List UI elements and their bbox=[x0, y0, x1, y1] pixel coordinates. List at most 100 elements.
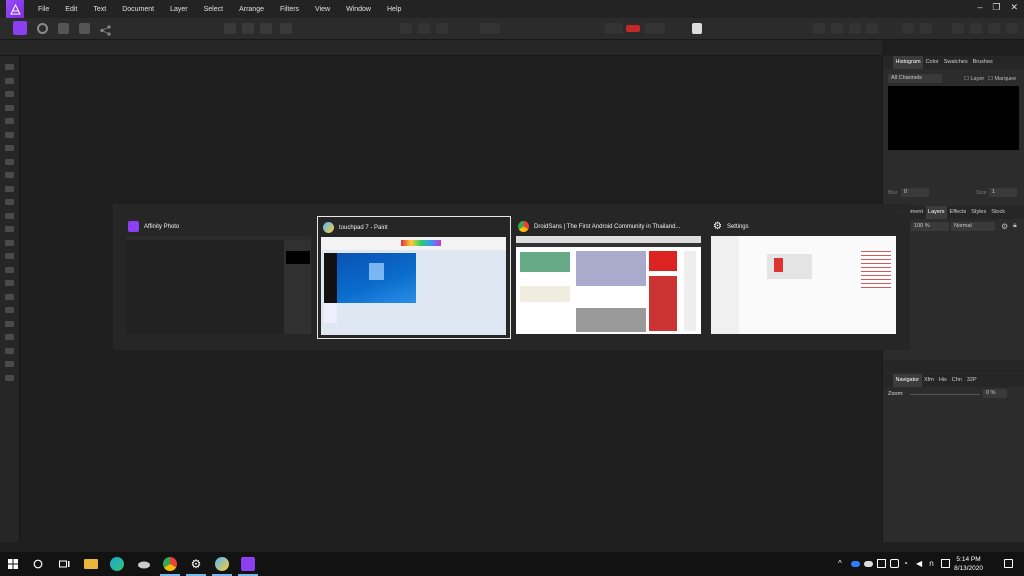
quick-mask-icon[interactable] bbox=[480, 23, 500, 34]
tab-color[interactable]: Color bbox=[923, 56, 941, 69]
flood-select-tool-icon[interactable] bbox=[5, 131, 14, 138]
auto-colors-icon[interactable] bbox=[260, 23, 272, 34]
switcher-item-affinity[interactable]: Affinity Photo bbox=[123, 216, 315, 339]
tab-stock[interactable]: Stock bbox=[989, 206, 1008, 219]
size-field[interactable]: 1 bbox=[989, 188, 1017, 197]
zoom-tool-icon[interactable] bbox=[5, 334, 14, 340]
color-picker-icon[interactable] bbox=[605, 23, 623, 34]
chevron-up-icon[interactable]: ^ bbox=[838, 559, 847, 568]
pen-tool-icon[interactable] bbox=[5, 293, 14, 300]
menu-document[interactable]: Document bbox=[114, 6, 162, 13]
cloud-app-icon[interactable] bbox=[137, 557, 151, 571]
menu-file[interactable]: File bbox=[30, 6, 57, 13]
menu-view[interactable]: View bbox=[307, 6, 338, 13]
boolean-icon[interactable] bbox=[1006, 23, 1018, 34]
zoom-slider[interactable] bbox=[910, 394, 980, 395]
tab-navigator[interactable]: Navigator bbox=[893, 374, 922, 387]
boolean-icon[interactable] bbox=[988, 23, 1000, 34]
mesh-warp-tool-icon[interactable] bbox=[5, 361, 14, 367]
color-picker-tool-icon[interactable] bbox=[5, 91, 14, 97]
gradient-tool-icon[interactable] bbox=[5, 212, 14, 219]
snapping-icon[interactable] bbox=[645, 23, 665, 34]
red-swatch-icon[interactable] bbox=[626, 25, 640, 32]
close-icon[interactable]: ✕ bbox=[1010, 2, 1018, 13]
transform-icon[interactable] bbox=[902, 23, 914, 34]
wifi-icon[interactable]: ◔ bbox=[903, 559, 912, 568]
tab-swatches[interactable]: Swatches bbox=[941, 56, 970, 69]
freehand-select-tool-icon[interactable] bbox=[5, 158, 14, 165]
inpainting-tool-icon[interactable] bbox=[5, 253, 14, 259]
arrange-icon[interactable] bbox=[849, 23, 861, 34]
paint-icon[interactable] bbox=[215, 557, 229, 571]
tab-history[interactable]: His bbox=[936, 374, 949, 387]
settings-gear-icon[interactable]: ⚙ bbox=[189, 557, 203, 571]
shape-tool-icon[interactable] bbox=[5, 307, 14, 313]
red-eye-tool-icon[interactable] bbox=[5, 347, 14, 354]
lock-icon[interactable]: 🔒︎ bbox=[1013, 222, 1017, 230]
gear-icon[interactable]: ⚙ bbox=[1001, 222, 1008, 231]
keyboard-icon[interactable] bbox=[890, 559, 899, 568]
clone-tool-icon[interactable] bbox=[5, 239, 14, 246]
search-icon[interactable] bbox=[31, 557, 45, 571]
language-icon[interactable] bbox=[941, 559, 950, 568]
menu-text[interactable]: Text bbox=[85, 6, 114, 13]
selection-mode-icon[interactable] bbox=[400, 23, 412, 34]
blur-tool-icon[interactable] bbox=[5, 266, 14, 273]
blend-mode-select[interactable]: Normal bbox=[951, 222, 995, 231]
arrange-icon[interactable] bbox=[866, 23, 878, 34]
affinity-photo-icon[interactable] bbox=[241, 557, 255, 571]
menu-layer[interactable]: Layer bbox=[162, 6, 196, 13]
tab-histogram[interactable]: Histogram bbox=[893, 56, 924, 69]
blur-field[interactable]: 0 bbox=[901, 188, 929, 197]
layer-checkbox-label[interactable]: ☐ Layer bbox=[964, 76, 984, 82]
marquee-tool-icon[interactable] bbox=[5, 145, 14, 151]
menu-arrange[interactable]: Arrange bbox=[231, 6, 272, 13]
edge-icon[interactable] bbox=[110, 557, 124, 571]
develop-persona-icon[interactable] bbox=[58, 23, 69, 34]
selection-brush-tool-icon[interactable] bbox=[5, 118, 14, 124]
ime-icon[interactable]: ก bbox=[929, 559, 938, 568]
arrange-icon[interactable] bbox=[831, 23, 843, 34]
onedrive-icon[interactable] bbox=[851, 561, 860, 567]
tone-mapping-persona-icon[interactable] bbox=[79, 23, 90, 34]
switcher-item-settings[interactable]: ⚙ Settings bbox=[708, 216, 898, 339]
tab-brushes[interactable]: Brushes bbox=[970, 56, 995, 69]
share-icon[interactable] bbox=[100, 23, 111, 36]
smudge-tool-icon[interactable] bbox=[5, 280, 14, 286]
cloud-icon[interactable] bbox=[864, 561, 873, 567]
fill-tool-icon[interactable] bbox=[5, 199, 14, 205]
selection-mode-icon[interactable] bbox=[436, 23, 448, 34]
photo-persona-icon[interactable] bbox=[13, 21, 27, 35]
restore-icon[interactable]: ❐ bbox=[992, 2, 1000, 13]
channels-select[interactable]: All Channels bbox=[888, 74, 942, 83]
auto-contrast-icon[interactable] bbox=[242, 23, 254, 34]
chrome-icon[interactable] bbox=[163, 557, 177, 571]
boolean-icon[interactable] bbox=[952, 23, 964, 34]
menu-select[interactable]: Select bbox=[196, 6, 231, 13]
file-explorer-icon[interactable] bbox=[84, 559, 98, 569]
battery-icon[interactable] bbox=[877, 559, 886, 568]
task-view-icon[interactable] bbox=[57, 557, 71, 571]
dodge-tool-icon[interactable] bbox=[5, 226, 14, 232]
menu-window[interactable]: Window bbox=[338, 6, 379, 13]
zoom-field[interactable]: 0 % bbox=[983, 389, 1007, 398]
liquify-persona-icon[interactable] bbox=[37, 23, 48, 34]
erase-brush-tool-icon[interactable] bbox=[5, 185, 14, 192]
menu-edit[interactable]: Edit bbox=[57, 6, 85, 13]
menu-filters[interactable]: Filters bbox=[272, 6, 307, 13]
tab-32p[interactable]: 32P bbox=[964, 374, 979, 387]
color-well-icon[interactable] bbox=[5, 374, 14, 381]
assistant-icon[interactable] bbox=[692, 23, 702, 34]
text-tool-icon[interactable] bbox=[5, 320, 14, 327]
paint-brush-tool-icon[interactable] bbox=[5, 172, 14, 178]
marquee-checkbox-label[interactable]: ☐ Marquee bbox=[988, 76, 1016, 82]
crop-tool-icon[interactable] bbox=[5, 104, 14, 111]
tab-layers[interactable]: Layers bbox=[925, 206, 948, 219]
tab-styles[interactable]: Styles bbox=[969, 206, 989, 219]
tab-effects[interactable]: Effects bbox=[947, 206, 969, 219]
taskbar-clock[interactable]: 5:14 PM 8/13/2020 bbox=[954, 555, 983, 573]
notification-icon[interactable] bbox=[1004, 559, 1013, 568]
opacity-field[interactable]: 100 % bbox=[911, 222, 949, 231]
boolean-icon[interactable] bbox=[970, 23, 982, 34]
move-tool-icon[interactable] bbox=[5, 77, 14, 84]
